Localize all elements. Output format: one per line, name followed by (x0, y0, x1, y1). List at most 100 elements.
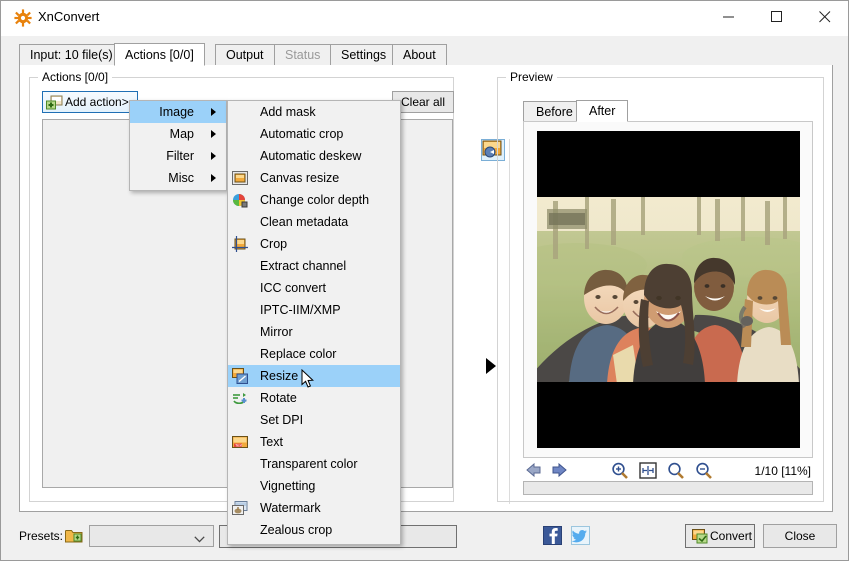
watermark-icon (232, 500, 248, 516)
open-folder-icon[interactable] (65, 527, 83, 544)
submenu-arrow-icon (211, 108, 216, 116)
presets-label: Presets: (19, 529, 63, 543)
add-action-button[interactable]: Add action> (42, 91, 138, 113)
menu-item-image-label: Image (159, 101, 194, 123)
menu-item-image[interactable]: Image (130, 101, 226, 123)
preview-viewport[interactable] (523, 121, 813, 458)
add-action-category-menu: Image Map Filter Misc (129, 100, 227, 191)
tab-input[interactable]: Input: 10 file(s) (19, 44, 124, 65)
menu-item-map[interactable]: Map (130, 123, 226, 145)
menu-item-add-mask-label: Add mask (260, 101, 316, 123)
twitter-icon[interactable] (571, 526, 591, 546)
convert-button[interactable]: Convert (685, 524, 755, 548)
menu-item-canvas-resize[interactable]: Canvas resize (228, 167, 400, 189)
menu-item-watermark[interactable]: Watermark (228, 497, 400, 519)
menu-item-crop-label: Crop (260, 233, 287, 255)
tab-about[interactable]: About (392, 44, 447, 65)
add-action-label: Add action> (65, 95, 129, 109)
menu-item-crop[interactable]: Crop (228, 233, 400, 255)
menu-item-automatic-deskew[interactable]: Automatic deskew (228, 145, 400, 167)
zoom-in-icon[interactable] (611, 462, 633, 482)
tab-status[interactable]: Status (274, 44, 331, 65)
tab-settings[interactable]: Settings (330, 44, 397, 65)
title-bar: XnConvert (1, 1, 848, 36)
apply-arrow-icon (486, 358, 496, 374)
next-image-icon[interactable] (550, 462, 572, 482)
facebook-icon[interactable] (543, 526, 563, 546)
canvas-resize-icon (232, 170, 248, 186)
menu-item-iptc-iim-xmp[interactable]: IPTC-IIM/XMP (228, 299, 400, 321)
menu-item-mirror-label: Mirror (260, 321, 293, 343)
tab-actions[interactable]: Actions [0/0] (114, 43, 205, 66)
menu-item-mirror[interactable]: Mirror (228, 321, 400, 343)
convert-icon (692, 529, 708, 544)
close-window-button[interactable] (802, 1, 848, 33)
submenu-arrow-icon (211, 152, 216, 160)
preview-groupbox: Preview Before After (497, 77, 824, 502)
menu-item-canvas-resize-label: Canvas resize (260, 167, 339, 189)
crop-icon (232, 236, 248, 252)
zoom-actual-icon[interactable] (667, 462, 689, 482)
image-actions-submenu: Add mask Automatic crop Automatic deskew… (227, 100, 401, 545)
svg-text:Text: Text (235, 443, 243, 448)
clear-all-button[interactable]: Clear all (392, 91, 454, 113)
menu-item-filter[interactable]: Filter (130, 145, 226, 167)
menu-item-set-dpi[interactable]: Set DPI (228, 409, 400, 431)
xnconvert-window: XnConvert Input: 10 file(s) Actions [0/0… (0, 0, 849, 561)
menu-item-zealous-crop[interactable]: Zealous crop (228, 519, 400, 541)
menu-item-change-color-depth[interactable]: Change color depth (228, 189, 400, 211)
menu-item-watermark-label: Watermark (260, 497, 321, 519)
menu-item-icc-convert[interactable]: ICC convert (228, 277, 400, 299)
preview-counter: 1/10 [11%] (755, 464, 811, 478)
add-action-icon (46, 95, 63, 110)
color-depth-icon (232, 192, 248, 208)
preview-tab-after[interactable]: After (576, 100, 628, 122)
menu-item-text-label: Text (260, 431, 283, 453)
menu-item-automatic-deskew-label: Automatic deskew (260, 145, 361, 167)
menu-item-automatic-crop[interactable]: Automatic crop (228, 123, 400, 145)
preview-photo-content (537, 195, 800, 384)
tab-output[interactable]: Output (215, 44, 275, 65)
previous-image-icon[interactable] (525, 462, 547, 482)
menu-item-transparent-color-label: Transparent color (260, 453, 358, 475)
menu-item-add-mask[interactable]: Add mask (228, 101, 400, 123)
menu-item-change-color-depth-label: Change color depth (260, 189, 369, 211)
actions-group-legend: Actions [0/0] (38, 70, 112, 84)
menu-item-rotate-label: Rotate (260, 387, 297, 409)
menu-item-text[interactable]: Text Text (228, 431, 400, 453)
menu-item-misc-label: Misc (168, 167, 194, 189)
submenu-arrow-icon (211, 130, 216, 138)
presets-combobox[interactable] (89, 525, 214, 547)
menu-item-rotate[interactable]: Rotate (228, 387, 400, 409)
maximize-button[interactable] (754, 1, 800, 33)
menu-item-set-dpi-label: Set DPI (260, 409, 303, 431)
menu-item-extract-channel[interactable]: Extract channel (228, 255, 400, 277)
preview-scrollbar[interactable] (523, 481, 813, 495)
fit-to-window-icon[interactable] (639, 462, 661, 482)
preview-toolbar: 1/10 [11%] (523, 461, 813, 483)
mouse-pointer (301, 369, 315, 389)
menu-item-extract-channel-label: Extract channel (260, 255, 346, 277)
menu-item-clean-metadata-label: Clean metadata (260, 211, 348, 233)
menu-item-vignetting[interactable]: Vignetting (228, 475, 400, 497)
preview-tabstrip: Before After (523, 100, 813, 122)
close-button[interactable]: Close (763, 524, 837, 548)
submenu-arrow-icon (211, 174, 216, 182)
menu-item-clean-metadata[interactable]: Clean metadata (228, 211, 400, 233)
zoom-out-icon[interactable] (695, 462, 717, 482)
convert-button-label: Convert (710, 529, 752, 543)
menu-item-icc-convert-label: ICC convert (260, 277, 326, 299)
resize-icon (232, 368, 248, 384)
menu-item-replace-color[interactable]: Replace color (228, 343, 400, 365)
menu-item-transparent-color[interactable]: Transparent color (228, 453, 400, 475)
menu-item-vignetting-label: Vignetting (260, 475, 315, 497)
menu-item-misc[interactable]: Misc (130, 167, 226, 189)
xnconvert-logo-icon (14, 9, 32, 27)
minimize-button[interactable] (706, 1, 752, 33)
menu-item-automatic-crop-label: Automatic crop (260, 123, 343, 145)
main-tabstrip: Input: 10 file(s) Actions [0/0] Output S… (19, 43, 833, 66)
menu-item-zealous-crop-label: Zealous crop (260, 519, 332, 541)
letterbox-bar-top (537, 131, 800, 197)
rotate-icon (232, 390, 248, 406)
text-icon: Text (232, 434, 248, 450)
